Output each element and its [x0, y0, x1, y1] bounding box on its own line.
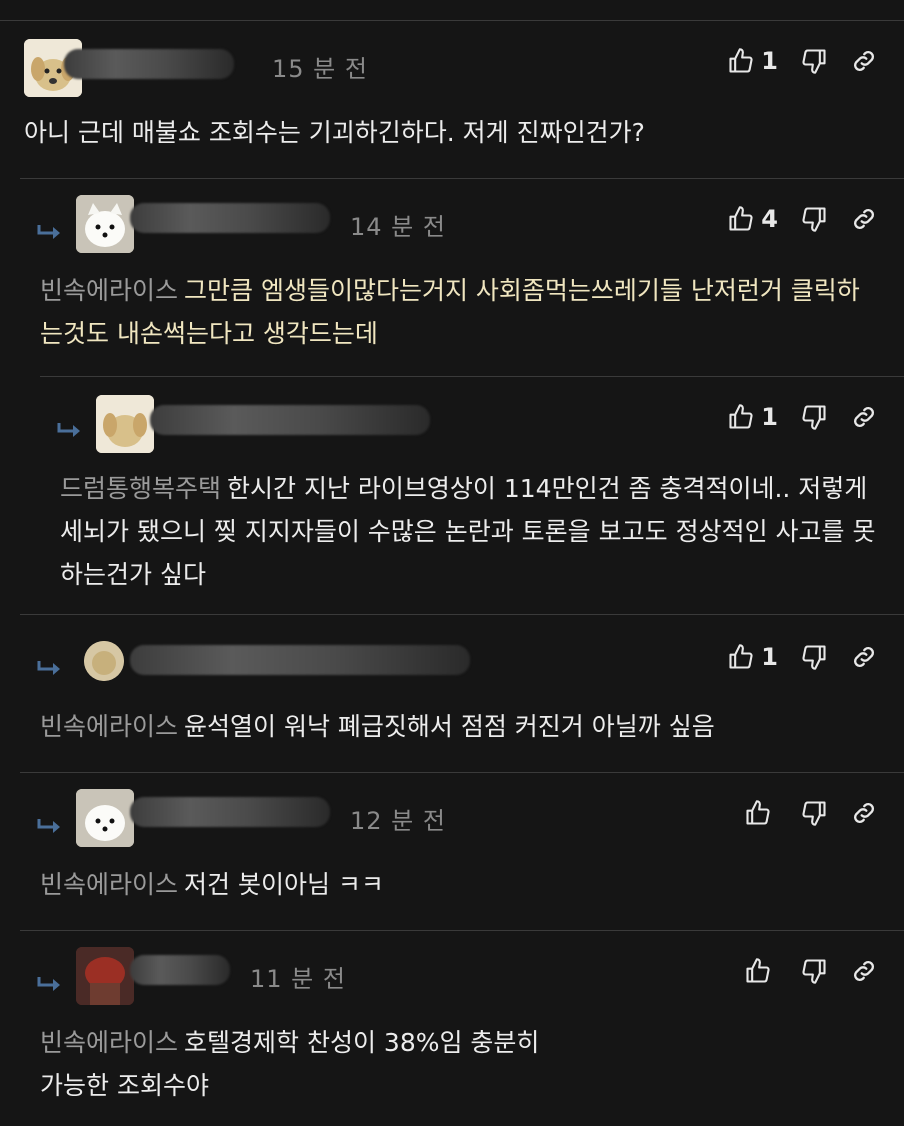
comment-body: 저건 봇이아님 ㅋㅋ: [184, 870, 384, 899]
share-link-button[interactable]: [850, 957, 878, 985]
comment-text: 빈속에라이스 그만큼 엠생들이많다는거지 사회좀먹는쓰레기들 난저런거 클릭하는것…: [40, 269, 880, 355]
link-icon: [853, 208, 875, 230]
mention-username[interactable]: 빈속에라이스: [40, 1028, 178, 1057]
avatar[interactable]: [84, 641, 124, 681]
comment: 15 분 전 1 아니 근데 매불쇼 조회수는 기괴하긴하다. 저게 진짜인건가…: [0, 20, 904, 179]
dislike-button[interactable]: [800, 403, 828, 431]
author-name-redacted: [64, 49, 234, 79]
share-link-button[interactable]: [850, 47, 878, 75]
reply-arrow-icon: [37, 661, 60, 675]
comment-actions: [722, 799, 878, 827]
comment-body: 윤석열이 워낙 폐급짓해서 점점 커진거 아닐까 싶음: [184, 712, 715, 741]
thumbs-up-icon: [729, 644, 753, 669]
link-icon: [853, 802, 875, 824]
mention-username[interactable]: 빈속에라이스: [40, 870, 178, 899]
author-name-redacted: [130, 645, 470, 675]
comment-time: 11 분 전: [250, 965, 346, 993]
like-button[interactable]: 1: [727, 643, 778, 671]
comment-actions: [722, 957, 878, 985]
author-name-redacted: [130, 797, 330, 827]
link-icon: [853, 50, 875, 72]
thumbs-up-icon: [729, 48, 753, 73]
share-link-button[interactable]: [850, 643, 878, 671]
reply-comment: 11 분 전 빈속에라이스 호텔경제학 찬성이 38%임 충분히 가능한 조회수야: [20, 930, 904, 1126]
comment-body: 아니 근데 매불쇼 조회수는 기괴하긴하다. 저게 진짜인건가?: [24, 118, 645, 147]
like-button[interactable]: 1: [727, 47, 778, 75]
thumbs-down-icon: [802, 207, 826, 232]
comment-time: 15 분 전: [272, 55, 368, 83]
share-link-button[interactable]: [850, 403, 878, 431]
dislike-button[interactable]: [800, 205, 828, 233]
mention-username[interactable]: 빈속에라이스: [40, 712, 178, 741]
thumbs-down-icon: [802, 405, 826, 430]
dislike-button[interactable]: [800, 957, 828, 985]
comment-header: 1: [40, 377, 904, 457]
author-name-redacted: [130, 955, 230, 985]
comment-header: 1: [20, 615, 904, 695]
thumbs-down-icon: [802, 959, 826, 984]
link-icon: [853, 646, 875, 668]
comment-text: 빈속에라이스 저건 봇이아님 ㅋㅋ: [40, 863, 880, 906]
comment-header: 15 분 전 1: [0, 21, 904, 101]
comment-header: 11 분 전: [20, 931, 904, 1011]
thumbs-down-icon: [802, 801, 826, 826]
comment-text: 빈속에라이스 호텔경제학 찬성이 38%임 충분히 가능한 조회수야: [40, 1021, 540, 1107]
comment-actions: 1: [705, 643, 878, 671]
thumbs-up-icon: [729, 206, 753, 231]
comment-text: 아니 근데 매불쇼 조회수는 기괴하긴하다. 저게 진짜인건가?: [24, 111, 874, 154]
mention-username[interactable]: 드럼통행복주택: [60, 474, 221, 503]
link-icon: [853, 406, 875, 428]
mention-username[interactable]: 빈속에라이스: [40, 276, 178, 305]
comment-actions: 1: [705, 403, 878, 431]
avatar[interactable]: [76, 789, 134, 847]
like-button[interactable]: [744, 957, 778, 985]
like-count: 1: [761, 47, 778, 75]
comment-text: 드럼통행복주택 한시간 지난 라이브영상이 114만인건 좀 충격적이네.. 저렇…: [60, 467, 880, 596]
comment-time: 12 분 전: [350, 807, 446, 835]
like-count: 1: [761, 403, 778, 431]
link-icon: [853, 960, 875, 982]
thumbs-down-icon: [802, 49, 826, 74]
comment-text: 빈속에라이스 윤석열이 워낙 폐급짓해서 점점 커진거 아닐까 싶음: [40, 705, 880, 748]
reply-arrow-icon: [37, 819, 60, 833]
avatar[interactable]: [76, 947, 134, 1005]
comment-header: 12 분 전: [20, 773, 904, 853]
reply-arrow-icon: [57, 423, 80, 437]
like-count: 1: [761, 643, 778, 671]
share-link-button[interactable]: [850, 799, 878, 827]
like-button[interactable]: [744, 799, 778, 827]
thumbs-up-icon: [729, 404, 753, 429]
share-link-button[interactable]: [850, 205, 878, 233]
reply-arrow-icon: [37, 977, 60, 991]
reply-comment: 1 빈속에라이스 윤석열이 워낙 폐급짓해서 점점 커진거 아닐까 싶음: [20, 614, 904, 773]
comment-actions: 4: [705, 205, 878, 233]
avatar[interactable]: [76, 195, 134, 253]
comment-actions: 1: [705, 47, 878, 75]
thumbs-down-icon: [802, 645, 826, 670]
like-button[interactable]: 1: [727, 403, 778, 431]
thumbs-up-icon: [746, 958, 770, 983]
like-count: 4: [761, 205, 778, 233]
author-name-redacted: [150, 405, 430, 435]
reply-arrow-icon: [37, 225, 60, 239]
comment-time: 14 분 전: [350, 213, 446, 241]
author-name-redacted: [130, 203, 330, 233]
reply-comment: 1 드럼통행복주택 한시간 지난 라이브영상이 114만인건 좀 충격적이네.. …: [40, 376, 904, 615]
dislike-button[interactable]: [800, 799, 828, 827]
thumbs-up-icon: [746, 800, 770, 825]
avatar[interactable]: [96, 395, 154, 453]
dislike-button[interactable]: [800, 643, 828, 671]
reply-comment: 14 분 전 4 빈속에라이스 그만큼 엠생들이많다는거지 사회좀먹는쓰레기들 난…: [20, 178, 904, 377]
like-button[interactable]: 4: [727, 205, 778, 233]
dislike-button[interactable]: [800, 47, 828, 75]
comment-header: 14 분 전 4: [20, 179, 904, 259]
reply-comment: 12 분 전 빈속에라이스 저건 봇이아님 ㅋㅋ: [20, 772, 904, 931]
